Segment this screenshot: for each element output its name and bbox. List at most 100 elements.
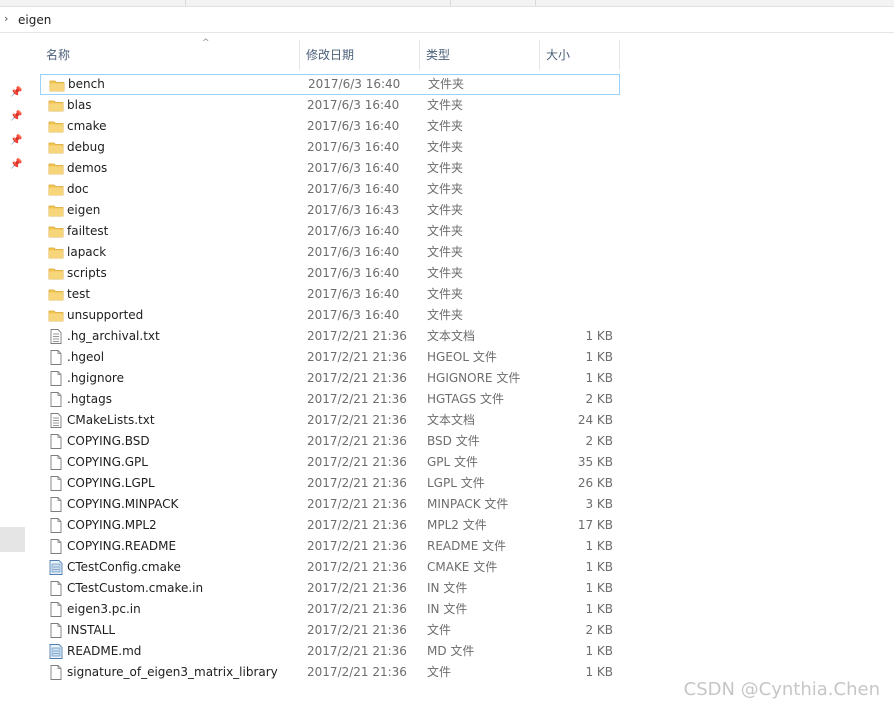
file-date: 2017/2/21 21:36 [307,581,407,595]
file-type: README 文件 [427,539,507,553]
file-name: bench [68,77,105,91]
file-row[interactable]: COPYING.LGPL 2017/2/21 21:36 LGPL 文件 26 KB [40,473,620,494]
file-type: LGPL 文件 [427,476,485,490]
file-row[interactable]: COPYING.BSD 2017/2/21 21:36 BSD 文件 2 KB [40,431,620,452]
folder-icon [48,287,64,302]
file-row[interactable]: doc 2017/6/3 16:40 文件夹 [40,179,620,200]
top-toolbar-strip [0,0,894,7]
file-name: debug [67,140,105,154]
file-list: bench 2017/6/3 16:40 文件夹 blas 2017/6/3 16:40… [40,74,620,683]
file-row[interactable]: INSTALL 2017/2/21 21:36 文件 2 KB [40,620,620,641]
column-header-size[interactable]: 大小 [540,40,620,70]
text-file-icon [48,329,64,344]
file-size: 3 KB [585,497,613,511]
file-type: HGEOL 文件 [427,350,497,364]
file-date: 2017/6/3 16:40 [307,161,400,175]
file-row[interactable]: .hg_archival.txt 2017/2/21 21:36 文本文档 1 KB [40,326,620,347]
folder-icon [48,140,64,155]
file-icon [48,434,64,449]
file-date: 2017/6/3 16:40 [307,140,400,154]
file-icon [48,518,64,533]
pin-icon[interactable]: 📌 [10,135,22,147]
sort-ascending-icon: ^ [202,38,210,48]
file-icon [48,392,64,407]
column-header-name[interactable]: 名称 [40,40,300,70]
file-row[interactable]: failtest 2017/6/3 16:40 文件夹 [40,221,620,242]
file-type: HGIGNORE 文件 [427,371,521,385]
file-name: failtest [67,224,109,238]
text-file-icon [48,413,64,428]
file-row[interactable]: cmake 2017/6/3 16:40 文件夹 [40,116,620,137]
file-date: 2017/2/21 21:36 [307,329,407,343]
file-row[interactable]: CTestConfig.cmake 2017/2/21 21:36 CMAKE 文件… [40,557,620,578]
file-row[interactable]: eigen3.pc.in 2017/2/21 21:36 IN 文件 1 KB [40,599,620,620]
nav-selected-item[interactable] [0,527,25,552]
md-file-icon [48,644,64,659]
file-row[interactable]: COPYING.README 2017/2/21 21:36 README 文件 1 … [40,536,620,557]
file-type: 文件夹 [427,98,464,112]
file-row[interactable]: COPYING.GPL 2017/2/21 21:36 GPL 文件 35 KB [40,452,620,473]
file-row[interactable]: CTestCustom.cmake.in 2017/2/21 21:36 IN 文件… [40,578,620,599]
address-path[interactable]: eigen [18,13,51,27]
file-size: 17 KB [577,518,613,532]
file-name: doc [67,182,89,196]
file-name: signature_of_eigen3_matrix_library [67,665,278,679]
file-type: 文件 [427,665,452,679]
file-row[interactable]: signature_of_eigen3_matrix_library 2017/2… [40,662,620,683]
pin-icon[interactable]: 📌 [10,111,22,123]
file-row[interactable]: blas 2017/6/3 16:40 文件夹 [40,95,620,116]
file-row[interactable]: unsupported 2017/6/3 16:40 文件夹 [40,305,620,326]
file-date: 2017/2/21 21:36 [307,665,407,679]
file-name: test [67,287,91,301]
file-type: 文件夹 [427,308,464,322]
file-row[interactable]: COPYING.MINPACK 2017/2/21 21:36 MINPACK 文件… [40,494,620,515]
file-row[interactable]: test 2017/6/3 16:40 文件夹 [40,284,620,305]
file-date: 2017/6/3 16:43 [307,203,400,217]
file-name: scripts [67,266,107,280]
file-name: .hgignore [67,371,124,385]
file-type: 文本文档 [427,413,476,427]
file-date: 2017/6/3 16:40 [307,224,400,238]
file-row[interactable]: CMakeLists.txt 2017/2/21 21:36 文本文档 24 KB [40,410,620,431]
address-bar[interactable]: › eigen [0,8,894,33]
file-row[interactable]: debug 2017/6/3 16:40 文件夹 [40,137,620,158]
file-date: 2017/2/21 21:36 [307,623,407,637]
file-name: demos [67,161,108,175]
file-size: 26 KB [577,476,613,490]
file-row[interactable]: bench 2017/6/3 16:40 文件夹 [40,74,620,95]
file-row[interactable]: eigen 2017/6/3 16:43 文件夹 [40,200,620,221]
pin-icon[interactable]: 📌 [10,159,22,171]
file-type: 文件夹 [427,245,464,259]
file-size: 1 KB [585,329,613,343]
file-type: 文件夹 [427,287,464,301]
file-date: 2017/2/21 21:36 [307,602,407,616]
file-row[interactable]: lapack 2017/6/3 16:40 文件夹 [40,242,620,263]
file-date: 2017/2/21 21:36 [307,644,407,658]
file-date: 2017/2/21 21:36 [307,392,407,406]
file-name: CMakeLists.txt [67,413,155,427]
watermark: CSDN @Cynthia.Chen [683,679,880,700]
file-type: 文件夹 [427,203,464,217]
pin-icon[interactable]: 📌 [10,87,22,99]
column-header-type[interactable]: 类型 [420,40,540,70]
file-size: 1 KB [585,350,613,364]
file-type: 文件夹 [427,224,464,238]
file-row[interactable]: COPYING.MPL2 2017/2/21 21:36 MPL2 文件 17 KB [40,515,620,536]
file-row[interactable]: .hgeol 2017/2/21 21:36 HGEOL 文件 1 KB [40,347,620,368]
file-row[interactable]: .hgignore 2017/2/21 21:36 HGIGNORE 文件 1 KB [40,368,620,389]
folder-icon [48,245,64,260]
file-date: 2017/6/3 16:40 [307,266,400,280]
file-row[interactable]: scripts 2017/6/3 16:40 文件夹 [40,263,620,284]
navigation-pane: 📌 📌 📌 📌 [0,33,27,708]
column-header-date[interactable]: 修改日期 [300,40,420,70]
file-row[interactable]: demos 2017/6/3 16:40 文件夹 [40,158,620,179]
file-icon [48,581,64,596]
file-date: 2017/2/21 21:36 [307,476,407,490]
folder-icon [48,308,64,323]
file-date: 2017/6/3 16:40 [307,308,400,322]
folder-icon [49,78,65,93]
file-row[interactable]: .hgtags 2017/2/21 21:36 HGTAGS 文件 2 KB [40,389,620,410]
file-row[interactable]: README.md 2017/2/21 21:36 MD 文件 1 KB [40,641,620,662]
file-name: CTestConfig.cmake [67,560,181,574]
chevron-right-icon[interactable]: › [4,12,8,25]
